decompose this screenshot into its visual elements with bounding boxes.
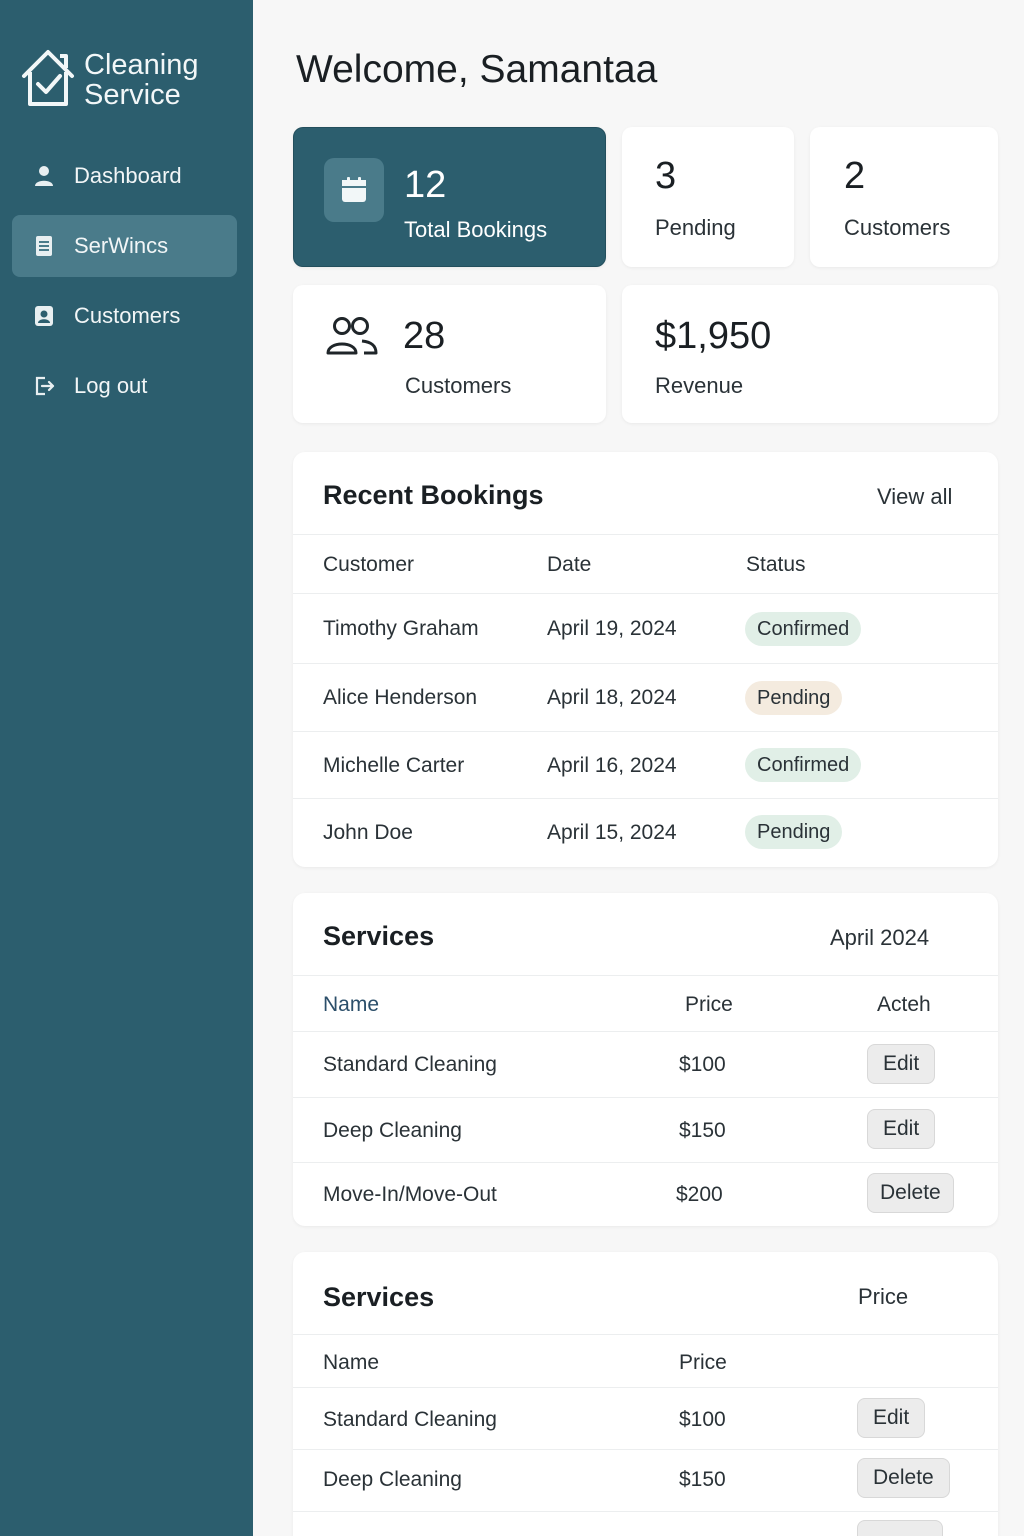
- delete-button[interactable]: Delete: [867, 1173, 954, 1213]
- delete-button[interactable]: [857, 1520, 943, 1536]
- sidebar-item-label: Customers: [74, 303, 181, 328]
- table-row: Move-In/Move-Out $200 Delete: [293, 1163, 998, 1226]
- service-price: $100: [679, 1408, 726, 1431]
- view-all-link[interactable]: View all: [877, 484, 952, 510]
- stat-label: Total Bookings: [404, 217, 548, 242]
- column-header-name: Name: [323, 993, 380, 1016]
- stat-pending[interactable]: 3 Pending: [622, 127, 794, 267]
- booking-date: April 18, 2024: [547, 686, 677, 709]
- card-title: Recent Bookings: [323, 480, 544, 510]
- stat-value: 3: [655, 155, 677, 197]
- stat-label: Pending: [655, 215, 736, 240]
- brand-line-2: Service: [84, 79, 181, 111]
- sidebar-item-label: Log out: [74, 373, 148, 398]
- table-row: Standard Cleaning $100 Edit: [293, 1388, 998, 1450]
- stat-label: Customers: [844, 215, 951, 240]
- period-label: April 2024: [830, 925, 930, 950]
- sidebar-item-customers[interactable]: Customers: [12, 285, 237, 347]
- services-card: Services April 2024 Name Price Acteh Sta…: [293, 893, 998, 1226]
- service-name: Move-In/Move-Out: [323, 1183, 497, 1206]
- card-header: Services April 2024: [293, 893, 998, 976]
- stat-revenue[interactable]: $1,950 Revenue: [622, 285, 998, 423]
- table-header: Name Price Acteh: [293, 976, 998, 1032]
- header-price-label: Price: [858, 1284, 909, 1309]
- card-title: Services: [323, 921, 435, 951]
- service-price: $150: [679, 1119, 726, 1142]
- status-badge: Confirmed: [745, 612, 862, 646]
- sidebar-item-logout[interactable]: Log out: [12, 355, 237, 417]
- sidebar-item-label: Dashboard: [74, 163, 182, 188]
- sidebar-nav: Dashboard SerWincs Customers Log out: [12, 145, 237, 425]
- status-badge: Confirmed: [745, 748, 862, 782]
- services-price-card: Services Price Name Price Standard Clean…: [293, 1252, 998, 1536]
- service-price: $100: [679, 1053, 726, 1076]
- table-row[interactable]: Timothy Graham April 19, 2024 Confirmed: [293, 594, 998, 664]
- service-price: $200: [676, 1183, 723, 1206]
- document-icon: [32, 234, 56, 258]
- customer-name: Timothy Graham: [323, 617, 479, 640]
- sidebar-item-services[interactable]: SerWincs: [12, 215, 237, 277]
- brand-line-1: Cleaning: [84, 49, 199, 81]
- table-row[interactable]: John Doe April 15, 2024 Pending: [293, 799, 998, 866]
- table-header: Name Price: [293, 1335, 998, 1388]
- house-check-icon: [22, 50, 74, 106]
- service-name: Deep Cleaning: [323, 1119, 462, 1142]
- logout-icon: [32, 374, 56, 398]
- status-badge: Pending: [745, 815, 843, 849]
- table-row: Deep Cleaning $150 Edit: [293, 1098, 998, 1163]
- card-header: Recent Bookings View all: [293, 452, 998, 535]
- service-name: Standard Cleaning: [323, 1053, 497, 1076]
- column-header-price: Price: [685, 993, 733, 1016]
- brand-name: Cleaning Service: [84, 50, 198, 110]
- stat-value: $1,950: [655, 315, 772, 357]
- delete-button[interactable]: Delete: [857, 1458, 950, 1498]
- card-header: Services Price: [293, 1252, 998, 1335]
- card-title: Services: [323, 1282, 435, 1312]
- calendar-icon: [324, 158, 384, 222]
- stat-value: 12: [404, 164, 447, 206]
- edit-button[interactable]: Edit: [867, 1109, 936, 1149]
- sidebar: Cleaning Service Dashboard SerWincs Cust…: [0, 0, 253, 1536]
- page-title: Welcome, Samantaa: [296, 48, 658, 91]
- contact-card-icon: [32, 304, 56, 328]
- stat-customers-small[interactable]: 2 Customers: [810, 127, 998, 267]
- service-name: Standard Cleaning: [323, 1408, 497, 1431]
- column-header-date: Date: [547, 553, 592, 576]
- sidebar-item-dashboard[interactable]: Dashboard: [12, 145, 237, 207]
- stat-value: 28: [403, 315, 446, 357]
- user-icon: [32, 164, 56, 188]
- table-row[interactable]: Michelle Carter April 16, 2024 Confirmed: [293, 732, 998, 799]
- column-header-price: Price: [679, 1351, 727, 1374]
- column-header-status: Status: [746, 553, 806, 576]
- stat-label: Revenue: [655, 373, 744, 398]
- column-header-customer: Customer: [323, 553, 415, 576]
- column-header-action: Acteh: [877, 993, 931, 1016]
- stat-value: 2: [844, 155, 866, 197]
- stat-label: Customers: [405, 373, 512, 398]
- table-row: Standard Cleaning $100 Edit: [293, 1032, 998, 1098]
- recent-bookings-card: Recent Bookings View all Customer Date S…: [293, 452, 998, 867]
- service-price: $150: [679, 1468, 726, 1491]
- table-row: Deep Cleaning $150 Delete: [293, 1450, 998, 1512]
- stat-total-bookings[interactable]: 12 Total Bookings: [293, 127, 606, 267]
- booking-date: April 15, 2024: [547, 821, 677, 844]
- edit-button[interactable]: Edit: [857, 1398, 926, 1438]
- column-header-name: Name: [323, 1351, 380, 1374]
- table-row-partial: [293, 1512, 998, 1536]
- brand-logo[interactable]: Cleaning Service: [20, 46, 198, 110]
- customer-name: John Doe: [323, 821, 413, 844]
- booking-date: April 16, 2024: [547, 754, 677, 777]
- status-badge: Pending: [745, 681, 843, 715]
- table-row[interactable]: Alice Henderson April 18, 2024 Pending: [293, 664, 998, 732]
- sidebar-item-label: SerWincs: [74, 233, 169, 258]
- users-icon: [326, 317, 378, 355]
- table-header: Customer Date Status: [293, 535, 998, 594]
- stat-customers[interactable]: 28 Customers: [293, 285, 606, 423]
- edit-button[interactable]: Edit: [867, 1044, 936, 1084]
- customer-name: Michelle Carter: [323, 754, 465, 777]
- service-name: Deep Cleaning: [323, 1468, 462, 1491]
- customer-name: Alice Henderson: [323, 686, 478, 709]
- booking-date: April 19, 2024: [547, 617, 677, 640]
